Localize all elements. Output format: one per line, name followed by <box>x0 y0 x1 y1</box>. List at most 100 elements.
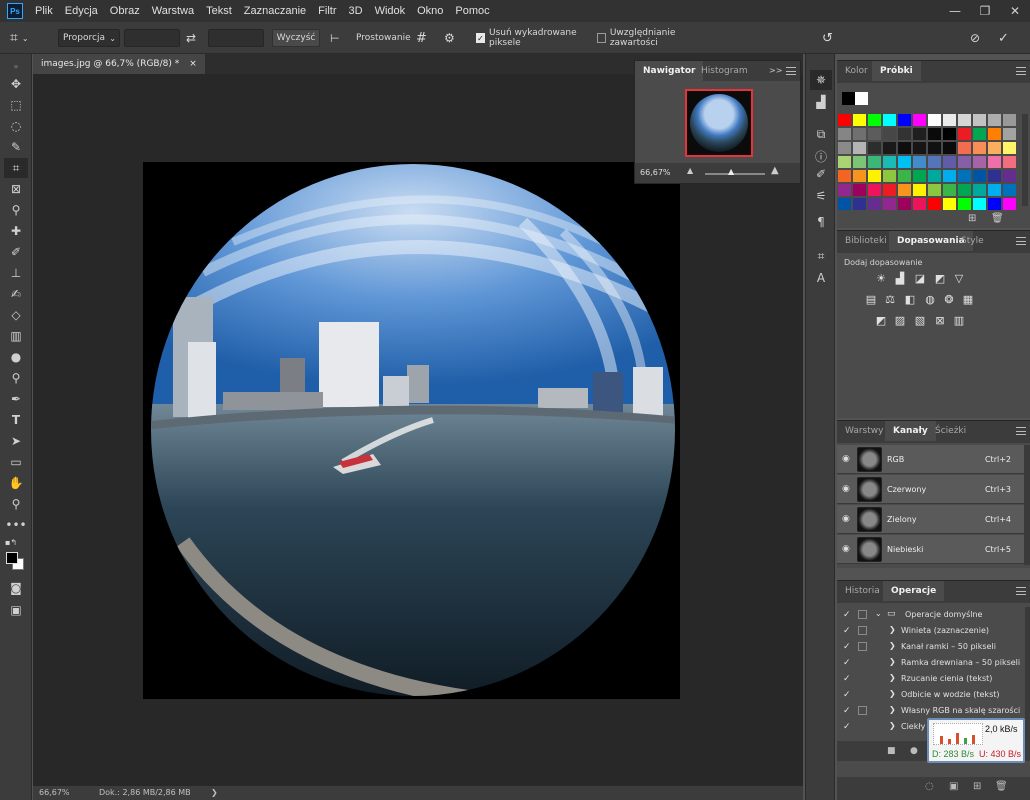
hue-saturation-icon[interactable]: ▤ <box>864 292 878 306</box>
panel-menu-icon[interactable] <box>1016 237 1026 245</box>
dialog-toggle-icon[interactable] <box>858 610 867 619</box>
color-swatch[interactable] <box>973 156 986 168</box>
straighten-label[interactable]: Prostowanie <box>356 29 411 47</box>
color-swatch[interactable] <box>958 198 971 210</box>
color-swatch[interactable] <box>898 198 911 210</box>
crop-tool-preset-icon[interactable]: ⌗ ⌄ <box>10 29 44 47</box>
color-swatch[interactable] <box>913 170 926 182</box>
invert-icon[interactable]: ◩ <box>874 313 888 327</box>
background-swatch[interactable] <box>855 92 868 105</box>
chevron-right-icon[interactable]: ❯ <box>889 673 896 682</box>
color-swatch[interactable] <box>988 128 1001 140</box>
actions-scrollbar[interactable] <box>1025 607 1030 741</box>
black-white-icon[interactable]: ◧ <box>903 292 917 306</box>
zoom-tool-icon[interactable]: ⚲ <box>4 494 28 514</box>
chevron-down-icon[interactable]: ⌄ <box>875 609 882 618</box>
color-swatch[interactable] <box>958 142 971 154</box>
action-row[interactable]: ✓ ❯ Własny RGB na skalę szarości <box>837 703 1025 719</box>
color-swatch[interactable] <box>838 114 851 126</box>
healing-brush-tool-icon[interactable]: ✚ <box>4 221 28 241</box>
frame-tool-icon[interactable]: ⊠ <box>4 179 28 199</box>
color-swatch[interactable] <box>958 114 971 126</box>
action-row[interactable]: ✓ ❯ Ramka drewniana – 50 pikseli <box>837 655 1025 671</box>
navigator-zoom-value[interactable]: 66,67% <box>640 168 671 177</box>
color-swatch[interactable] <box>988 184 1001 196</box>
color-swatch[interactable] <box>853 170 866 182</box>
swap-icon[interactable]: ⇄ <box>186 29 202 47</box>
brush-panel-icon[interactable]: ✐ <box>810 164 832 184</box>
menu-okno[interactable]: Okno <box>411 5 449 17</box>
info-panel-icon[interactable]: ⓘ <box>810 146 832 166</box>
color-swatch[interactable] <box>988 156 1001 168</box>
color-swatch[interactable] <box>943 128 956 140</box>
check-icon[interactable]: ✓ <box>843 658 851 668</box>
tab-biblioteki[interactable]: Biblioteki <box>837 231 895 251</box>
tab-style[interactable]: Style <box>953 231 992 251</box>
delete-cropped-checkbox[interactable]: ✓ Usuń wykadrowane piksele <box>476 28 596 48</box>
clone-stamp-tool-icon[interactable]: ⊥ <box>4 263 28 283</box>
quick-selection-tool-icon[interactable]: ✎ <box>4 137 28 157</box>
menu-filtr[interactable]: Filtr <box>312 5 342 17</box>
3d-panel-icon[interactable]: ⧉ <box>810 124 832 144</box>
color-swatch[interactable] <box>898 184 911 196</box>
path-selection-tool-icon[interactable]: ➤ <box>4 431 28 451</box>
color-balance-icon[interactable]: ⚖ <box>883 292 897 306</box>
tab-sciezki[interactable]: Ścieżki <box>927 421 974 441</box>
channels-scrollbar[interactable] <box>1024 445 1030 565</box>
color-swatch[interactable] <box>958 128 971 140</box>
visibility-eye-icon[interactable]: ◉ <box>842 484 850 494</box>
trash-icon[interactable]: 🗑 <box>991 213 1004 224</box>
eyedropper-tool-icon[interactable]: ⚲ <box>4 200 28 220</box>
brush-settings-icon[interactable]: ⚟ <box>810 186 832 206</box>
chevron-right-icon[interactable]: ❯ <box>889 721 896 730</box>
color-swatch[interactable] <box>838 142 851 154</box>
color-swatch[interactable] <box>868 198 881 210</box>
posterize-icon[interactable]: ▨ <box>893 313 907 327</box>
chevron-right-icon[interactable]: ❯ <box>889 657 896 666</box>
action-row[interactable]: ✓ ❯ Rzucanie cienia (tekst) <box>837 671 1025 687</box>
color-swatch[interactable] <box>988 114 1001 126</box>
blur-tool-icon[interactable]: ● <box>4 347 28 367</box>
color-swatch[interactable] <box>928 184 941 196</box>
foreground-color-swatch[interactable] <box>6 552 18 564</box>
color-swatch[interactable] <box>1003 156 1016 168</box>
color-swatch[interactable] <box>868 170 881 182</box>
selective-color-icon[interactable]: ⊠ <box>933 313 947 327</box>
default-colors-icon[interactable]: ▪↰ <box>5 538 17 547</box>
menu-warstwa[interactable]: Warstwa <box>146 5 200 17</box>
chevron-right-icon[interactable]: ❯ <box>889 689 896 698</box>
color-swatch[interactable] <box>988 170 1001 182</box>
color-swatch[interactable] <box>853 156 866 168</box>
color-swatch[interactable] <box>883 156 896 168</box>
navigator-panel-icon[interactable]: ✵ <box>810 70 832 90</box>
channel-row-zielony[interactable]: ◉ Zielony Ctrl+4 <box>837 505 1030 534</box>
color-swatch[interactable] <box>853 128 866 140</box>
panel-menu-icon[interactable] <box>786 67 796 75</box>
status-zoom[interactable]: 66,67% <box>39 788 70 797</box>
check-icon[interactable]: ✓ <box>843 706 851 716</box>
content-aware-checkbox[interactable]: Uwzględnianie zawartości <box>597 28 709 48</box>
eraser-tool-icon[interactable]: ◇ <box>4 305 28 325</box>
expand-panel-icon[interactable]: >> <box>769 66 782 75</box>
color-swatch[interactable] <box>1003 142 1016 154</box>
tab-histogram[interactable]: Histogram <box>693 61 756 81</box>
network-monitor-widget[interactable]: 2,0 kB/s D: 283 B/s U: 430 B/s <box>927 718 1025 763</box>
color-swatch[interactable] <box>898 114 911 126</box>
move-tool-icon[interactable]: ✥ <box>4 74 28 94</box>
visibility-eye-icon[interactable]: ◉ <box>842 514 850 524</box>
color-swatch[interactable] <box>1003 114 1016 126</box>
color-lookup-icon[interactable]: ▦ <box>961 292 975 306</box>
swatches-scrollbar[interactable] <box>1022 114 1028 206</box>
color-swatch[interactable] <box>973 170 986 182</box>
check-icon[interactable]: ✓ <box>843 674 851 684</box>
tab-operacje[interactable]: Operacje <box>883 581 945 601</box>
action-row[interactable]: ✓ ❯ Kanał ramki – 50 pikseli <box>837 639 1025 655</box>
color-swatch[interactable] <box>838 184 851 196</box>
action-set-row[interactable]: ✓ ⌄ ▭ Operacje domyślne <box>837 607 1025 623</box>
color-swatch[interactable] <box>958 184 971 196</box>
color-swatch[interactable] <box>868 184 881 196</box>
color-swatch[interactable] <box>1003 128 1016 140</box>
reset-icon[interactable]: ↺ <box>822 29 838 47</box>
color-swatch[interactable] <box>943 114 956 126</box>
color-swatch[interactable] <box>883 128 896 140</box>
